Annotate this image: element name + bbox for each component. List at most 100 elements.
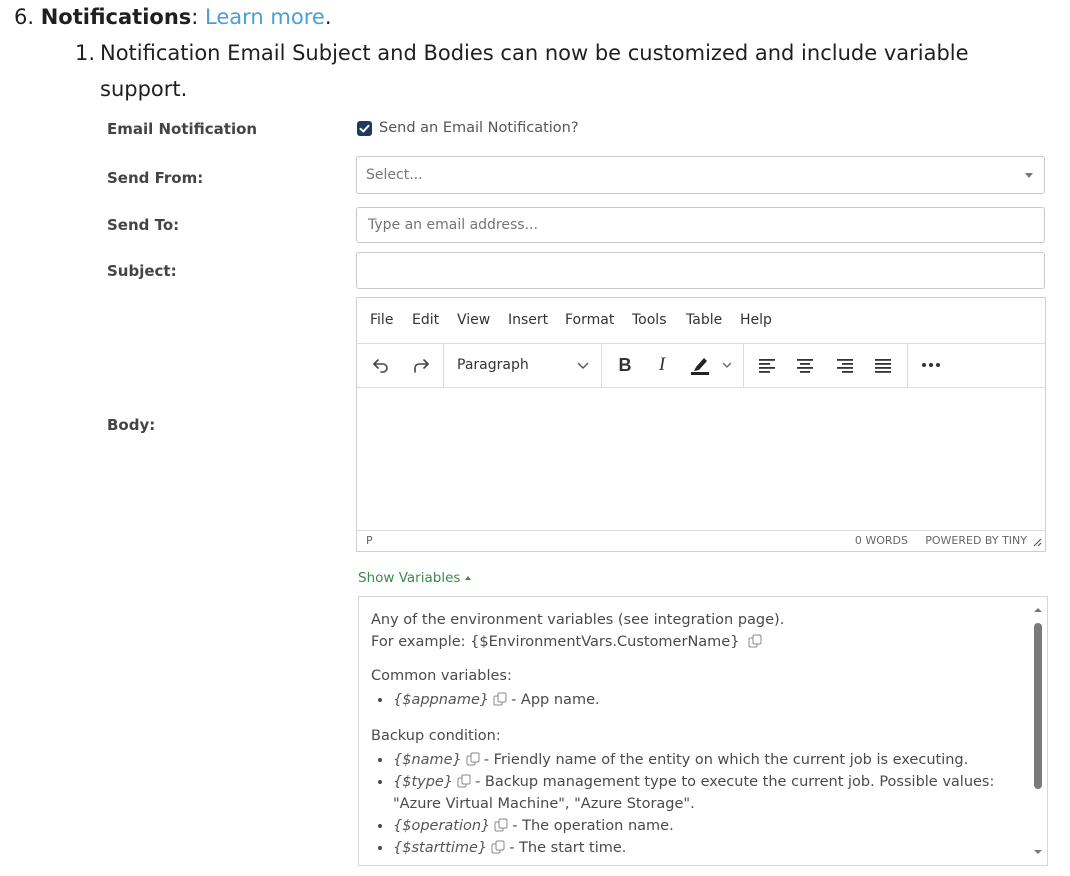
copy-icon[interactable] [493, 692, 507, 706]
list-item: {$operation} - The operation name. [393, 815, 1021, 837]
email-notification-label: Email Notification [107, 120, 258, 138]
send-from-label: Send From: [107, 169, 204, 187]
intro-line1: Any of the environment variables (see in… [371, 612, 785, 628]
send-to-input[interactable] [356, 207, 1045, 243]
chevron-down-icon [722, 362, 732, 368]
menu-table[interactable]: Table [686, 312, 722, 328]
scroll-down-arrow-icon[interactable] [1031, 847, 1045, 857]
copy-icon[interactable] [466, 752, 480, 766]
sub-item-text-line2: support. [100, 77, 188, 101]
editor-statusbar: P 0 WORDS POWERED BY TINY [357, 530, 1045, 551]
more-dots-icon [922, 363, 940, 367]
variables-content: Any of the environment variables (see in… [371, 609, 1021, 865]
list-item: {$name} - Friendly name of the entity on … [393, 749, 1021, 771]
caret-up-icon [465, 576, 472, 580]
italic-button[interactable]: I [649, 351, 675, 379]
undo-button[interactable] [367, 351, 395, 379]
variable-desc: - The start time. [509, 840, 627, 856]
scroll-up-arrow-icon[interactable] [1031, 605, 1045, 615]
editor-toolbar: Paragraph B I [357, 343, 1045, 388]
redo-icon [414, 359, 429, 373]
more-options-button[interactable] [917, 351, 945, 379]
dropdown-caret-icon [1025, 173, 1033, 178]
variable-desc: - Backup management type to execute the … [475, 774, 995, 790]
toolbar-divider [443, 343, 444, 387]
element-path[interactable]: P [366, 534, 373, 547]
variable-code: {$starttime} [393, 840, 488, 856]
powered-by-tiny[interactable]: POWERED BY TINY [925, 534, 1027, 547]
menu-view[interactable]: View [457, 312, 490, 328]
list-item: {$starttime} - The start time. [393, 837, 1021, 859]
copy-icon[interactable] [491, 840, 505, 854]
email-notification-checkbox-row[interactable]: Send an Email Notification? [357, 120, 579, 136]
editor-content-area[interactable] [357, 388, 1045, 531]
colon: : [191, 5, 199, 29]
chevron-down-icon [577, 362, 589, 369]
toolbar-divider [907, 343, 908, 387]
variables-panel[interactable]: Any of the environment variables (see in… [358, 596, 1048, 866]
toolbar-divider [601, 343, 602, 387]
check-icon [359, 124, 370, 132]
menu-insert[interactable]: Insert [508, 312, 548, 328]
align-right-button[interactable] [833, 351, 857, 379]
backup-condition-heading: Backup condition: [371, 728, 501, 744]
align-center-button[interactable] [793, 351, 817, 379]
highlight-color-button[interactable] [685, 351, 715, 379]
backup-variables-list: {$name} - Friendly name of the entity on … [371, 749, 1021, 859]
align-justify-button[interactable] [871, 351, 895, 379]
align-left-button[interactable] [755, 351, 779, 379]
menu-help[interactable]: Help [740, 312, 772, 328]
resize-handle-icon[interactable] [1032, 537, 1042, 547]
variables-scrollbar[interactable] [1031, 599, 1045, 863]
show-variables-toggle[interactable]: Show Variables [358, 570, 472, 586]
copy-icon[interactable] [494, 818, 508, 832]
subject-label: Subject: [107, 262, 177, 280]
sub-item-text-line1: Notification Email Subject and Bodies ca… [100, 41, 969, 65]
toolbar-divider [743, 343, 744, 387]
highlight-color-dropdown[interactable] [719, 351, 735, 379]
intro-line2-row: For example: {$EnvironmentVars.CustomerN… [371, 631, 1021, 653]
variable-desc: - The operation name. [512, 818, 674, 834]
common-variables-heading: Common variables: [371, 668, 512, 684]
common-variables-list: {$appname} - App name. [371, 689, 1021, 711]
variable-desc: - Friendly name of the entity on which t… [483, 752, 969, 768]
send-from-select[interactable]: Select... [356, 156, 1045, 194]
menu-file[interactable]: File [370, 312, 393, 328]
align-justify-icon [875, 359, 891, 373]
subject-input[interactable] [356, 252, 1045, 289]
highlight-pen-icon [691, 358, 709, 375]
redo-button[interactable] [407, 351, 435, 379]
sub-item-number: 1. [75, 41, 96, 65]
variable-code: {$appname} [393, 692, 490, 708]
list-item: {$appname} - App name. [393, 689, 1021, 711]
bold-button[interactable]: B [612, 351, 638, 379]
variable-code: {$name} [393, 752, 462, 768]
body-rich-text-editor[interactable]: File Edit View Insert Format Tools Table… [356, 297, 1046, 552]
undo-icon [373, 359, 388, 373]
list-item: {$type} - Backup management type to execu… [393, 771, 1021, 815]
section-heading: Notifications [40, 5, 192, 29]
menu-tools[interactable]: Tools [632, 312, 667, 328]
period: . [324, 5, 332, 29]
copy-icon[interactable] [748, 634, 762, 648]
checkbox[interactable] [357, 120, 372, 136]
scrollbar-thumb[interactable] [1034, 623, 1042, 789]
align-right-icon [837, 359, 853, 373]
editor-menubar: File Edit View Insert Format Tools Table… [357, 298, 1045, 344]
show-variables-label: Show Variables [358, 570, 461, 586]
send-to-label: Send To: [107, 216, 180, 234]
body-label: Body: [107, 416, 156, 434]
block-format-select[interactable]: Paragraph [449, 351, 597, 379]
word-count[interactable]: 0 WORDS [855, 534, 908, 547]
checkbox-label: Send an Email Notification? [379, 120, 579, 136]
learn-more-link[interactable]: Learn more [205, 5, 325, 29]
list-item-notifications: 6. Notifications: Learn more. [14, 5, 332, 29]
variable-desc: - App name. [511, 692, 600, 708]
align-left-icon [759, 359, 775, 373]
menu-format[interactable]: Format [565, 312, 614, 328]
variable-desc-continued: "Azure Virtual Machine", "Azure Storage"… [393, 796, 695, 812]
copy-icon[interactable] [457, 774, 471, 788]
align-center-icon [797, 359, 813, 373]
send-from-value: Select... [366, 167, 423, 183]
menu-edit[interactable]: Edit [412, 312, 439, 328]
